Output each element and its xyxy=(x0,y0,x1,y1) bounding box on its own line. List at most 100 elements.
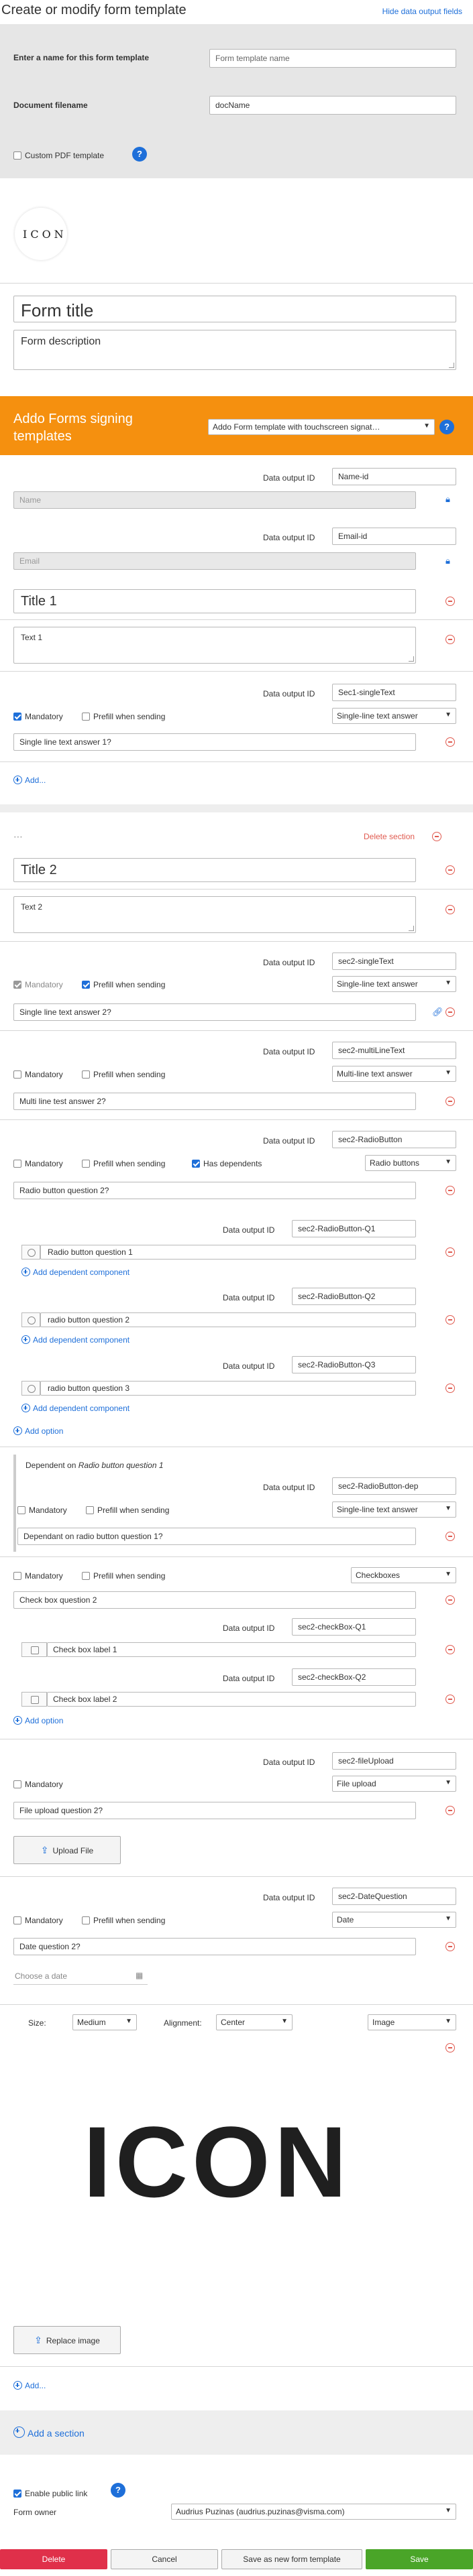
remove-question-icon[interactable] xyxy=(445,1806,455,1815)
cb-opt2-label-input[interactable]: Check box label 2 xyxy=(47,1692,416,1707)
date-question-input[interactable]: Date question 2? xyxy=(13,1938,416,1955)
multi-mandatory-checkbox[interactable]: Mandatory xyxy=(13,1070,63,1079)
date-type-select[interactable]: Date ▼ xyxy=(332,1912,456,1928)
add-section-link[interactable]: Add a section xyxy=(13,2427,85,2439)
upload-file-button[interactable]: ⇪ Upload File xyxy=(13,1836,121,1864)
dep-data-output-input[interactable]: sec2-RadioButton-dep xyxy=(332,1477,456,1495)
checkbox[interactable] xyxy=(82,1070,90,1079)
remove-question-icon[interactable] xyxy=(445,1097,455,1106)
checkbox-checked[interactable] xyxy=(82,981,90,989)
logo-card[interactable]: ICON xyxy=(15,208,67,260)
single-data-output-input[interactable]: sec2-singleText xyxy=(332,953,456,970)
checkbox[interactable] xyxy=(82,713,90,721)
remove-question-icon[interactable] xyxy=(445,1007,455,1017)
remove-image-icon[interactable] xyxy=(445,2043,455,2052)
replace-image-button[interactable]: ⇪ Replace image xyxy=(13,2326,121,2354)
radio-opt3-data-output-input[interactable]: sec2-RadioButton-Q3 xyxy=(292,1356,416,1373)
hide-data-output-fields-link[interactable]: Hide data output fields xyxy=(382,7,462,16)
remove-question-icon[interactable] xyxy=(445,737,455,747)
add-component-link[interactable]: Add... xyxy=(13,776,46,785)
dep-question-input[interactable]: Dependant on radio button question 1? xyxy=(17,1528,416,1545)
custom-pdf-checkbox[interactable]: Custom PDF template xyxy=(13,151,104,160)
checkbox[interactable] xyxy=(82,1916,90,1924)
checkbox[interactable] xyxy=(13,1780,21,1788)
checkbox[interactable] xyxy=(13,1070,21,1079)
remove-option-icon[interactable] xyxy=(445,1384,455,1393)
radio-prefill-checkbox[interactable]: Prefill when sending xyxy=(82,1159,165,1168)
alignment-select[interactable]: Center ▼ xyxy=(216,2014,293,2030)
upload-type-select[interactable]: File upload ▼ xyxy=(332,1776,456,1792)
checkbox[interactable] xyxy=(82,1160,90,1168)
signing-help-icon[interactable]: ? xyxy=(439,420,454,434)
checkbox-checked[interactable] xyxy=(13,713,21,721)
radio-question-input[interactable]: Radio button question 2? xyxy=(13,1182,416,1199)
single-question-input[interactable]: Single line text answer 2? xyxy=(13,1003,416,1021)
image-type-select[interactable]: Image ▼ xyxy=(368,2014,456,2030)
name-data-output-input[interactable]: Name-id xyxy=(332,468,456,485)
single-prefill-checkbox[interactable]: Prefill when sending xyxy=(82,980,165,989)
public-link-help-icon[interactable]: ? xyxy=(111,2483,125,2498)
sec1-question-input[interactable]: Single line text answer 1? xyxy=(13,733,416,751)
cb-opt2-data-output-input[interactable]: sec2-checkBox-Q2 xyxy=(292,1668,416,1686)
drag-handle-icon[interactable]: ⋯ xyxy=(13,831,23,843)
section2-text-input[interactable]: Text 2 xyxy=(13,896,416,933)
date-mandatory-checkbox[interactable]: Mandatory xyxy=(13,1916,63,1925)
remove-question-icon[interactable] xyxy=(445,1532,455,1541)
cancel-button[interactable]: Cancel xyxy=(111,2549,218,2569)
upload-mandatory-checkbox[interactable]: Mandatory xyxy=(13,1780,63,1789)
radio-mandatory-checkbox[interactable]: Mandatory xyxy=(13,1159,63,1168)
save-button[interactable]: Save xyxy=(366,2549,473,2569)
upload-question-input[interactable]: File upload question 2? xyxy=(13,1802,416,1819)
remove-title-icon[interactable] xyxy=(445,865,455,875)
cb-mandatory-checkbox[interactable]: Mandatory xyxy=(13,1571,63,1581)
remove-option-icon[interactable] xyxy=(445,1695,455,1704)
doc-filename-input[interactable]: docName xyxy=(209,96,456,115)
signing-template-select[interactable]: Addo Form template with touchscreen sign… xyxy=(208,419,435,435)
custom-pdf-help-icon[interactable]: ? xyxy=(132,147,147,162)
form-description-input[interactable]: Form description xyxy=(13,330,456,370)
radio-data-output-input[interactable]: sec2-RadioButton xyxy=(332,1131,456,1148)
delete-section-icon[interactable] xyxy=(432,832,441,841)
date-prefill-checkbox[interactable]: Prefill when sending xyxy=(82,1916,165,1925)
remove-option-icon[interactable] xyxy=(445,1645,455,1654)
remove-text-icon[interactable] xyxy=(445,905,455,914)
dep-type-select[interactable]: Single-line text answer ▼ xyxy=(332,1501,456,1518)
sec1-prefill-checkbox[interactable]: Prefill when sending xyxy=(82,712,165,721)
radio-opt2-label-input[interactable]: radio button question 2 xyxy=(40,1312,416,1327)
delete-button[interactable]: Delete xyxy=(0,2549,107,2569)
checkbox[interactable] xyxy=(13,1572,21,1580)
checkbox[interactable] xyxy=(86,1506,94,1514)
template-name-input[interactable]: Form template name xyxy=(209,49,456,68)
add-dependent-link[interactable]: Add dependent component xyxy=(21,1404,129,1413)
checkbox[interactable] xyxy=(82,1572,90,1580)
sec1-type-select[interactable]: Single-line text answer ▼ xyxy=(332,708,456,724)
radio-type-select[interactable]: Radio buttons ▼ xyxy=(365,1155,456,1171)
add-dependent-link[interactable]: Add dependent component xyxy=(21,1335,129,1345)
radio-opt3-label-input[interactable]: radio button question 3 xyxy=(40,1381,416,1396)
delete-section-link[interactable]: Delete section xyxy=(364,832,415,841)
section2-title-input[interactable]: Title 2 xyxy=(13,858,416,882)
form-title-input[interactable]: Form title xyxy=(13,296,456,322)
checkbox[interactable] xyxy=(17,1506,25,1514)
cb-opt1-label-input[interactable]: Check box label 1 xyxy=(47,1642,416,1657)
checkbox-checked[interactable] xyxy=(13,2490,21,2498)
cb-type-select[interactable]: Checkboxes ▼ xyxy=(351,1567,456,1583)
section1-title-input[interactable]: Title 1 xyxy=(13,589,416,613)
radio-opt1-label-input[interactable]: Radio button question 1 xyxy=(40,1245,416,1260)
dep-prefill-checkbox[interactable]: Prefill when sending xyxy=(86,1506,169,1515)
multi-data-output-input[interactable]: sec2-multiLineText xyxy=(332,1042,456,1059)
add-dependent-link[interactable]: Add dependent component xyxy=(21,1268,129,1277)
radio-opt2-data-output-input[interactable]: sec2-RadioButton-Q2 xyxy=(292,1288,416,1305)
size-select[interactable]: Medium ▼ xyxy=(72,2014,137,2030)
section1-text-input[interactable]: Text 1 xyxy=(13,627,416,664)
checkbox[interactable] xyxy=(13,1916,21,1924)
add-option-link[interactable]: Add option xyxy=(13,1426,63,1436)
checkbox[interactable] xyxy=(13,1160,21,1168)
upload-data-output-input[interactable]: sec2-fileUpload xyxy=(332,1752,456,1770)
email-data-output-input[interactable]: Email-id xyxy=(332,528,456,545)
add-option-link[interactable]: Add option xyxy=(13,1716,63,1725)
multi-prefill-checkbox[interactable]: Prefill when sending xyxy=(82,1070,165,1079)
checkbox-checked[interactable] xyxy=(192,1160,200,1168)
single-type-select[interactable]: Single-line text answer ▼ xyxy=(332,976,456,992)
cb-prefill-checkbox[interactable]: Prefill when sending xyxy=(82,1571,165,1581)
